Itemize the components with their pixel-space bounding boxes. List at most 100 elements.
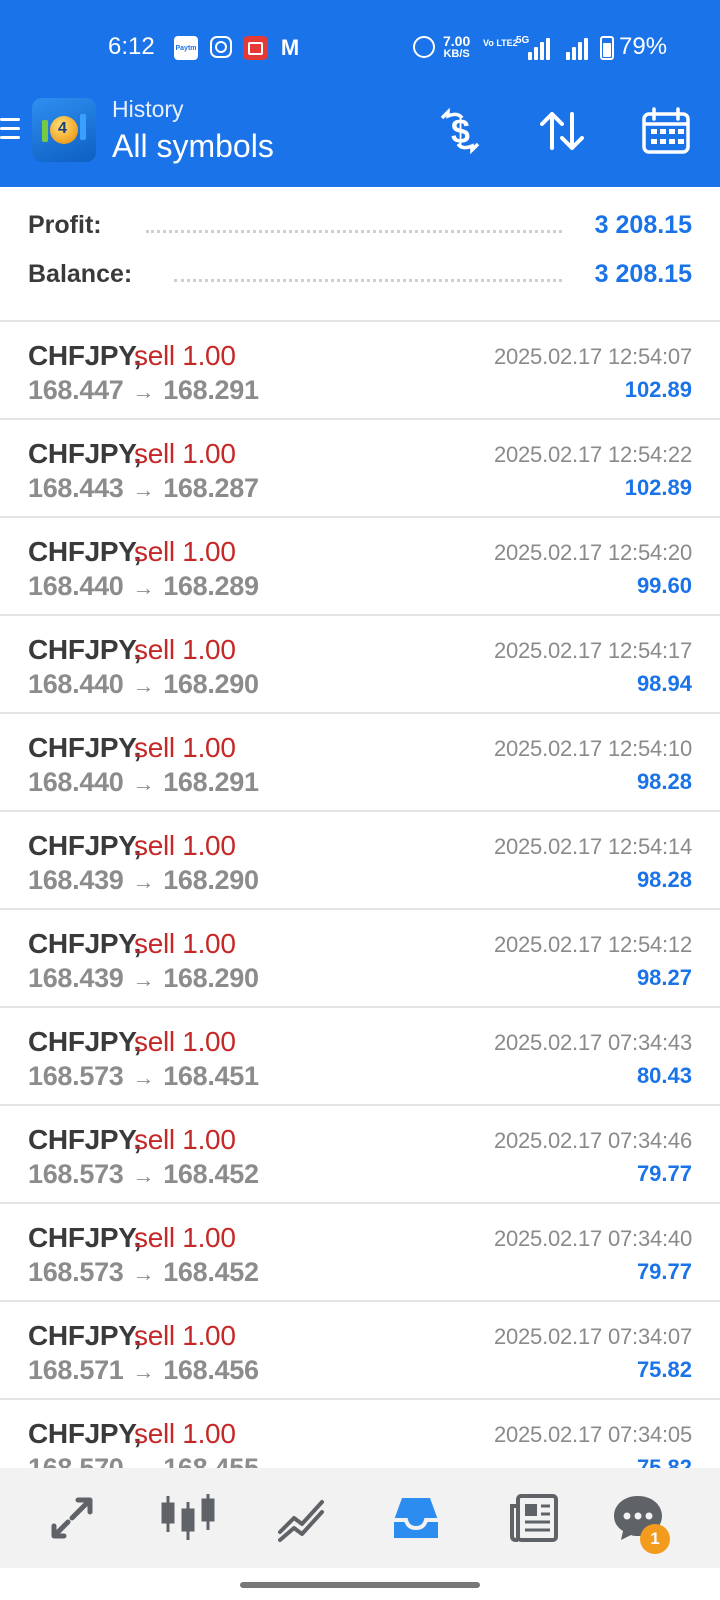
status-time: 6:12 bbox=[108, 33, 155, 60]
trade-profit: 102.89 bbox=[624, 377, 692, 402]
calendar-icon[interactable] bbox=[640, 106, 692, 156]
trade-symbol: CHFJPY, bbox=[28, 1124, 142, 1155]
trade-icon[interactable] bbox=[44, 1490, 100, 1546]
trade-type: sell 1.00 bbox=[134, 1222, 236, 1253]
network-speed-unit: KB/S bbox=[443, 48, 470, 60]
trade-time: 2025.02.17 12:54:14 bbox=[493, 834, 692, 859]
close-price: 168.451 bbox=[163, 1061, 259, 1091]
trade-row[interactable]: CHFJPY, sell 1.00 168.440 → 168.290 2025.0… bbox=[0, 616, 720, 714]
trade-row[interactable]: CHFJPY, sell 1.00 168.573 → 168.452 2025.0… bbox=[0, 1204, 720, 1302]
open-price: 168.447 bbox=[28, 375, 124, 405]
home-indicator[interactable] bbox=[240, 1582, 480, 1588]
arrow-right-icon: → bbox=[132, 869, 155, 894]
close-price: 168.287 bbox=[163, 473, 259, 503]
network-speed-value: 7.00 bbox=[443, 33, 471, 49]
trade-time: 2025.02.17 07:34:43 bbox=[493, 1030, 692, 1055]
app-header: 4 History All symbols $ bbox=[0, 96, 720, 187]
trade-time: 2025.02.17 12:54:20 bbox=[493, 540, 692, 565]
gmail-notification-icon: M bbox=[280, 35, 300, 60]
trade-type: sell 1.00 bbox=[134, 536, 236, 567]
trade-prices: 168.447 → 168.291 bbox=[28, 375, 259, 406]
account-summary: Profit: 3 208.15 Balance: 3 208.15 bbox=[0, 187, 720, 322]
symbol-filter-title[interactable]: All symbols bbox=[112, 128, 274, 165]
currency-exchange-icon[interactable]: $ bbox=[434, 106, 486, 156]
arrow-right-icon: → bbox=[133, 1457, 155, 1468]
trade-prices: 168.440 → 168.290 bbox=[28, 669, 259, 700]
trade-profit: 75.82 bbox=[636, 1357, 692, 1382]
trade-time: 2025.02.17 12:54:12 bbox=[493, 932, 692, 957]
arrow-right-icon: → bbox=[132, 477, 155, 502]
trade-prices: 168.571 → 168.456 bbox=[28, 1355, 259, 1386]
trade-time: 2025.02.17 12:54:17 bbox=[493, 638, 692, 663]
metatrader-icon[interactable]: 4 bbox=[32, 98, 96, 162]
chat-badge: 1 bbox=[640, 1524, 670, 1554]
trade-row[interactable]: CHFJPY, sell 1.00 168.440 → 168.289 2025.0… bbox=[0, 518, 720, 616]
trade-row[interactable]: CHFJPY, sell 1.00 168.570 → 168.455 2025.0… bbox=[0, 1400, 720, 1468]
trade-row[interactable]: CHFJPY, sell 1.00 168.447 → 168.291 2025.0… bbox=[0, 322, 720, 420]
battery-level: 79% bbox=[619, 33, 668, 60]
trade-prices: 168.439 → 168.290 bbox=[28, 865, 259, 896]
trade-prices: 168.570 → 168.455 bbox=[28, 1453, 259, 1468]
menu-icon[interactable] bbox=[0, 116, 20, 142]
profit-row: Profit: 3 208.15 bbox=[28, 211, 692, 243]
arrow-right-icon: → bbox=[132, 1163, 155, 1188]
trade-type: sell 1.00 bbox=[134, 1418, 236, 1449]
open-price: 168.439 bbox=[28, 865, 124, 895]
balance-label: Balance: bbox=[28, 260, 133, 288]
open-price: 168.573 bbox=[28, 1159, 124, 1189]
trade-prices: 168.573 → 168.451 bbox=[28, 1061, 259, 1092]
close-price: 168.456 bbox=[163, 1355, 259, 1385]
trade-profit: 98.94 bbox=[636, 671, 692, 696]
arrow-right-icon: → bbox=[132, 1065, 155, 1090]
trade-time: 2025.02.17 12:54:22 bbox=[493, 442, 692, 467]
trade-symbol: CHFJPY, bbox=[28, 634, 142, 665]
history-icon[interactable] bbox=[388, 1490, 444, 1546]
arrow-right-icon: → bbox=[132, 379, 155, 404]
trade-row[interactable]: CHFJPY, sell 1.00 168.573 → 168.452 2025.0… bbox=[0, 1106, 720, 1204]
trade-prices: 168.440 → 168.289 bbox=[28, 571, 259, 602]
trade-type: sell 1.00 bbox=[134, 438, 236, 469]
trade-profit: 79.77 bbox=[636, 1161, 692, 1186]
open-price: 168.440 bbox=[28, 571, 124, 601]
trade-history-list[interactable]: CHFJPY, sell 1.00 168.447 → 168.291 2025.0… bbox=[0, 322, 720, 1468]
alarm-icon bbox=[413, 36, 435, 58]
trade-row[interactable]: CHFJPY, sell 1.00 168.439 → 168.290 2025.0… bbox=[0, 910, 720, 1008]
close-price: 168.455 bbox=[163, 1453, 259, 1468]
arrow-right-icon: → bbox=[132, 967, 155, 992]
trade-time: 2025.02.17 12:54:07 bbox=[493, 344, 692, 369]
balance-row: Balance: 3 208.15 bbox=[28, 260, 692, 292]
trade-prices: 168.439 → 168.290 bbox=[28, 963, 259, 994]
trade-row[interactable]: CHFJPY, sell 1.00 168.440 → 168.291 2025.0… bbox=[0, 714, 720, 812]
trade-profit: 98.28 bbox=[636, 867, 692, 892]
trade-symbol: CHFJPY, bbox=[28, 1222, 142, 1253]
sort-icon[interactable] bbox=[536, 106, 588, 156]
svg-text:$: $ bbox=[451, 113, 470, 151]
chart-icon[interactable] bbox=[274, 1490, 330, 1546]
close-price: 168.290 bbox=[163, 865, 259, 895]
trade-prices: 168.440 → 168.291 bbox=[28, 767, 259, 798]
trade-type: sell 1.00 bbox=[134, 340, 236, 371]
open-price: 168.571 bbox=[28, 1355, 124, 1385]
close-price: 168.291 bbox=[163, 767, 259, 797]
trade-type: sell 1.00 bbox=[134, 634, 236, 665]
top-bar: 6:12 Paytm M 7.00 KB/S Vo LTE2 5G 79% 4 bbox=[0, 0, 720, 187]
trade-time: 2025.02.17 07:34:07 bbox=[493, 1324, 692, 1349]
trade-profit: 102.89 bbox=[624, 475, 692, 500]
close-price: 168.290 bbox=[163, 963, 259, 993]
bottom-navigation: 1 bbox=[0, 1468, 720, 1568]
leader-dots bbox=[174, 279, 562, 283]
trade-time: 2025.02.17 12:54:10 bbox=[493, 736, 692, 761]
trade-row[interactable]: CHFJPY, sell 1.00 168.439 → 168.290 2025.0… bbox=[0, 812, 720, 910]
trade-profit: 75.82 bbox=[636, 1455, 692, 1468]
trade-type: sell 1.00 bbox=[134, 1320, 236, 1351]
trade-row[interactable]: CHFJPY, sell 1.00 168.573 → 168.451 2025.0… bbox=[0, 1008, 720, 1106]
quotes-icon[interactable] bbox=[160, 1490, 216, 1546]
trade-profit: 98.27 bbox=[636, 965, 692, 990]
profit-value: 3 208.15 bbox=[594, 211, 692, 239]
trade-symbol: CHFJPY, bbox=[28, 928, 142, 959]
trade-row[interactable]: CHFJPY, sell 1.00 168.571 → 168.456 2025.0… bbox=[0, 1302, 720, 1400]
news-icon[interactable] bbox=[506, 1490, 562, 1546]
close-price: 168.290 bbox=[163, 669, 259, 699]
trade-symbol: CHFJPY, bbox=[28, 438, 142, 469]
trade-row[interactable]: CHFJPY, sell 1.00 168.443 → 168.287 2025.0… bbox=[0, 420, 720, 518]
